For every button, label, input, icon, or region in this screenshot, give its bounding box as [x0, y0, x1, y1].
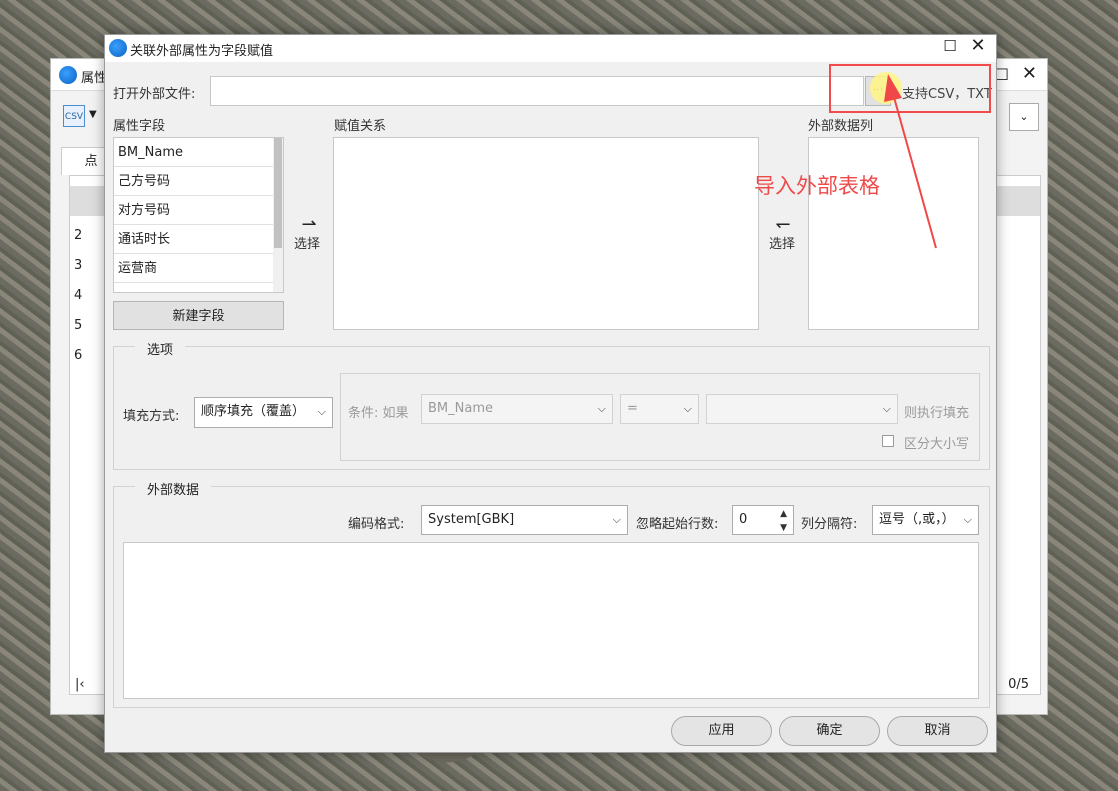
list-item[interactable]: 对方号码 [114, 196, 273, 225]
apply-button[interactable]: 应用 [671, 716, 772, 746]
case-sensitive-label: 区分大小写 [904, 437, 970, 452]
chevron-down-icon: ⌵ [597, 402, 606, 415]
select-right-button[interactable]: 选择 [294, 233, 320, 252]
row-number: 5 [74, 318, 83, 333]
row-number: 3 [74, 258, 83, 273]
dialog-titlebar: 关联外部属性为字段赋值 ☐ ✕ [105, 35, 996, 62]
list-item[interactable]: 运营商 [114, 254, 273, 283]
case-sensitive-checkbox[interactable] [882, 435, 894, 447]
assign-relation-box[interactable] [333, 137, 759, 330]
chevron-down-icon[interactable]: ⌄ [1009, 103, 1039, 131]
condition-operator-value: = [627, 401, 638, 416]
list-item[interactable]: 通话时长 [114, 225, 273, 254]
encoding-select[interactable]: System[GBK] ⌵ [421, 505, 628, 535]
row-number: 6 [74, 348, 83, 363]
arrow-left-icon[interactable]: ↽ [768, 216, 798, 234]
chevron-down-icon: ⌵ [317, 405, 326, 418]
app-logo-icon [59, 66, 77, 84]
ok-button[interactable]: 确定 [779, 716, 880, 746]
annotation-text: 导入外部表格 [754, 174, 880, 198]
stepper-arrows-icon[interactable]: ▲ ▼ [780, 507, 787, 535]
attr-fields-label: 属性字段 [113, 119, 166, 134]
maximize-icon[interactable]: ☐ [940, 37, 960, 57]
condition-operator-select[interactable]: = ⌵ [620, 394, 699, 424]
separator-value: 逗号（,或，） [879, 512, 955, 527]
condition-field-select[interactable]: BM_Name ⌵ [421, 394, 613, 424]
close-icon[interactable]: ✕ [1022, 63, 1037, 84]
row-number: 4 [74, 288, 83, 303]
separator-label: 列分隔符: [801, 517, 858, 532]
fill-mode-value: 顺序填充（覆盖） [201, 404, 306, 419]
csv-import-icon[interactable]: CSV [63, 105, 85, 127]
scrollbar[interactable] [273, 138, 283, 292]
first-page-icon[interactable]: |‹ [75, 677, 85, 692]
external-data-group-label: 外部数据 [135, 479, 212, 498]
chevron-down-icon: ⌵ [683, 402, 692, 415]
cancel-button[interactable]: 取消 [887, 716, 988, 746]
chevron-down-icon: ⌵ [882, 402, 891, 415]
dropdown-arrow-icon[interactable]: ▼ [89, 109, 97, 120]
close-icon[interactable]: ✕ [968, 35, 988, 57]
attribute-field-list[interactable]: BM_Name 己方号码 对方号码 通话时长 运营商 [113, 137, 284, 293]
condition-value-select[interactable]: ⌵ [706, 394, 898, 424]
list-item[interactable]: BM_Name [114, 138, 273, 167]
select-left-button[interactable]: 选择 [769, 233, 795, 252]
encoding-label: 编码格式: [348, 517, 405, 532]
chevron-down-icon: ⌵ [612, 513, 621, 526]
annotation-arrow-icon [884, 74, 937, 249]
condition-field-value: BM_Name [428, 401, 493, 416]
app-logo-icon [109, 39, 127, 57]
options-group-label: 选项 [135, 339, 186, 358]
fill-mode-select[interactable]: 顺序填充（覆盖） ⌵ [194, 397, 333, 428]
skip-rows-value: 0 [739, 512, 748, 527]
encoding-value: System[GBK] [428, 512, 515, 527]
condition-label: 条件: 如果 [348, 406, 409, 421]
chevron-down-icon: ⌵ [963, 513, 972, 526]
dialog-title: 关联外部属性为字段赋值 [130, 44, 274, 59]
row-number: 2 [74, 228, 83, 243]
arrow-right-icon[interactable]: ⇀ [294, 216, 324, 234]
file-path-input[interactable] [210, 76, 864, 106]
scrollbar-thumb[interactable] [274, 138, 282, 248]
skip-rows-label: 忽略起始行数: [636, 517, 719, 532]
assign-relation-label: 赋值关系 [334, 119, 387, 134]
open-file-label: 打开外部文件: [113, 87, 196, 102]
then-fill-label: 则执行填充 [904, 406, 970, 421]
list-item[interactable]: 己方号码 [114, 167, 273, 196]
separator-select[interactable]: 逗号（,或，） ⌵ [872, 505, 979, 535]
external-data-preview[interactable] [123, 542, 979, 699]
new-field-button[interactable]: 新建字段 [113, 301, 284, 330]
skip-rows-stepper[interactable]: 0 ▲ ▼ [732, 505, 794, 535]
fill-mode-label: 填充方式: [123, 409, 180, 424]
page-indicator: 0/5 [1008, 677, 1029, 692]
